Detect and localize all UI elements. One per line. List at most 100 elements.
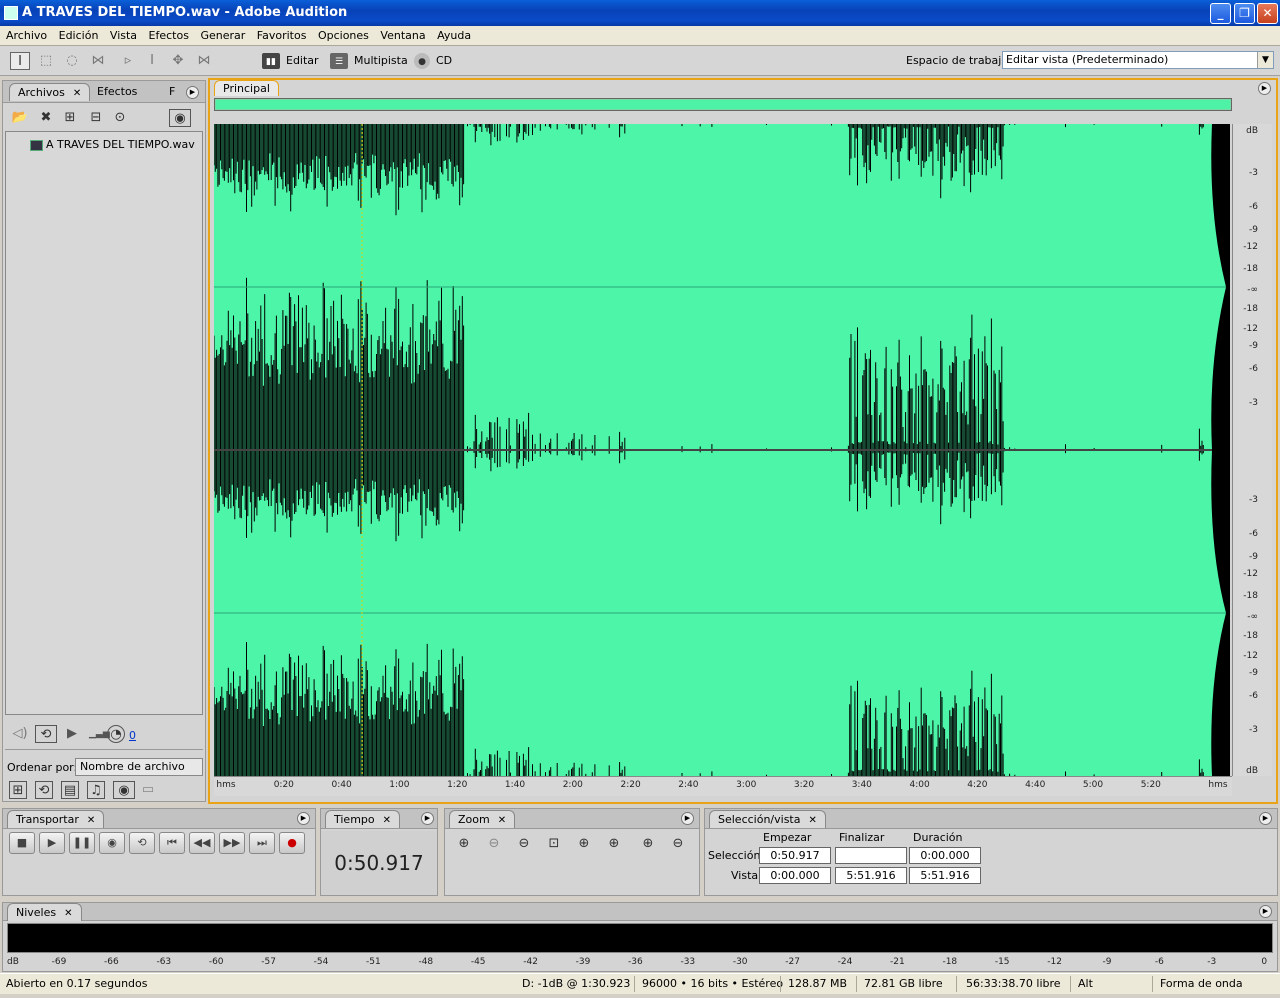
zoom-right-edge-icon[interactable]: ⊕ — [603, 834, 625, 854]
filter-cd-icon[interactable]: ▭ — [139, 781, 157, 799]
panel-menu-icon[interactable]: ▶ — [681, 812, 694, 825]
divider — [780, 976, 781, 992]
close-icon[interactable]: ✕ — [87, 815, 95, 826]
filter-loop-icon[interactable]: ⟲ — [35, 781, 53, 799]
volume-knob-icon[interactable]: ◔ — [107, 725, 125, 743]
speaker-icon[interactable]: ◁) — [11, 725, 29, 743]
go-to-end-button[interactable]: ⏭ — [249, 832, 275, 854]
menu-vista[interactable]: Vista — [110, 26, 137, 45]
filter-options-icon[interactable]: ◉ — [113, 781, 135, 799]
waveform-display[interactable] — [214, 124, 1230, 776]
menu-efectos[interactable]: Efectos — [149, 26, 189, 45]
tab-seleccion-vista[interactable]: Selección/vista ✕ — [709, 810, 826, 828]
zoom-out-full-icon[interactable]: ⊖ — [513, 834, 535, 854]
zoom-left-edge-icon[interactable]: ⊕ — [573, 834, 595, 854]
menu-edicion[interactable]: Edición — [59, 26, 99, 45]
close-icon[interactable]: ✕ — [498, 815, 506, 826]
menu-generar[interactable]: Generar — [200, 26, 245, 45]
tab-zoom[interactable]: Zoom ✕ — [449, 810, 516, 828]
zoom-out-horizontal-icon[interactable]: ⊖ — [483, 834, 505, 854]
list-item[interactable]: A TRAVES DEL TIEMPO.wav — [30, 138, 195, 151]
minimize-button[interactable]: _ — [1210, 3, 1231, 24]
record-button[interactable]: ● — [279, 832, 305, 854]
panel-menu-icon[interactable]: ▶ — [297, 812, 310, 825]
close-button[interactable]: ✕ — [1257, 3, 1278, 24]
view-end-field[interactable]: 5:51.916 — [835, 867, 907, 884]
fast-forward-button[interactable]: ▶▶ — [219, 832, 245, 854]
view-duration-field[interactable]: 5:51.916 — [909, 867, 981, 884]
tab-niveles[interactable]: Niveles ✕ — [7, 903, 82, 921]
ruler-tick-label: 3:20 — [793, 780, 815, 790]
volume-value[interactable]: 0 — [129, 729, 136, 742]
show-options-icon[interactable]: ◉ — [169, 109, 191, 127]
zoom-out-vertical-icon[interactable]: ⊖ — [667, 834, 689, 854]
zoom-selection-icon[interactable]: ⊡ — [543, 834, 565, 854]
tab-favoritos[interactable]: F — [161, 83, 183, 101]
selection-end-field[interactable] — [835, 847, 907, 864]
tab-transportar[interactable]: Transportar ✕ — [7, 810, 105, 828]
tab-principal[interactable]: Principal — [214, 80, 279, 96]
multitrack-mode-button[interactable]: ☰ Multipista — [330, 52, 408, 70]
panel-menu-icon[interactable]: ▶ — [1259, 812, 1272, 825]
insert-multitrack-icon[interactable]: ⊟ — [87, 109, 105, 127]
insert-cd-icon[interactable]: ⊙ — [111, 109, 129, 127]
maximize-button[interactable]: ❐ — [1234, 3, 1255, 24]
rewind-button[interactable]: ◀◀ — [189, 832, 215, 854]
time-ruler[interactable]: hms 0:20 0:40 1:00 1:20 1:40 2:00 2:20 2:40 3:00 3… — [214, 776, 1232, 796]
hybrid-tool-icon[interactable]: ✥ — [168, 52, 188, 70]
menu-ventana[interactable]: Ventana — [380, 26, 425, 45]
play-icon[interactable]: ▶ — [63, 725, 81, 743]
panel-menu-icon[interactable]: ▶ — [186, 86, 199, 99]
panel-menu-icon[interactable]: ▶ — [1258, 82, 1271, 95]
tab-archivos[interactable]: Archivos ✕ — [9, 83, 91, 101]
close-icon[interactable]: ✕ — [808, 815, 816, 826]
menu-ayuda[interactable]: Ayuda — [437, 26, 471, 45]
menu-opciones[interactable]: Opciones — [318, 26, 369, 45]
menu-favoritos[interactable]: Favoritos — [257, 26, 307, 45]
selection-start-field[interactable]: 0:50.917 — [759, 847, 831, 864]
go-to-start-button[interactable]: ⏮ — [159, 832, 185, 854]
level-tick-label: dB — [7, 957, 19, 967]
close-icon[interactable]: ✕ — [383, 815, 391, 826]
time-selection-tool-icon[interactable]: I — [10, 52, 30, 70]
pause-button[interactable]: ❚❚ — [69, 832, 95, 854]
level-tick-label: -24 — [837, 957, 853, 967]
zoom-in-vertical-icon[interactable]: ⊕ — [637, 834, 659, 854]
filter-waveform-icon[interactable]: ⊞ — [9, 781, 27, 799]
select-tool-icon[interactable]: I — [142, 52, 162, 70]
filter-video-icon[interactable]: ▤ — [61, 781, 79, 799]
loop-icon[interactable]: ⟲ — [35, 725, 57, 743]
filter-midi-icon[interactable]: ♫ — [87, 781, 105, 799]
play-button[interactable]: ▶ — [39, 832, 65, 854]
scrub-tool-icon[interactable]: ⋈ — [194, 52, 214, 70]
selection-duration-field[interactable]: 0:00.000 — [909, 847, 981, 864]
open-file-icon[interactable]: 📂 — [11, 109, 29, 127]
hand-tool-icon[interactable]: ⋈ — [88, 52, 108, 70]
tab-tiempo[interactable]: Tiempo ✕ — [325, 810, 401, 828]
tab-efectos[interactable]: Efectos — [89, 83, 145, 101]
sort-select[interactable]: Nombre de archivo — [75, 758, 203, 776]
zoom-in-horizontal-icon[interactable]: ⊕ — [453, 834, 475, 854]
play-to-end-button[interactable]: ◉ — [99, 832, 125, 854]
overview-bar[interactable] — [214, 98, 1232, 111]
panel-menu-icon[interactable]: ▶ — [421, 812, 434, 825]
panel-menu-icon[interactable]: ▶ — [1259, 905, 1272, 918]
stop-button[interactable]: ■ — [9, 832, 35, 854]
cd-mode-button[interactable]: ● CD — [414, 52, 452, 70]
close-icon[interactable]: ✕ — [64, 908, 72, 919]
menu-archivo[interactable]: Archivo — [6, 26, 47, 45]
close-icon[interactable]: ✕ — [73, 88, 81, 99]
close-file-icon[interactable]: ✖ — [37, 109, 55, 127]
lasso-tool-icon[interactable]: ◌ — [62, 52, 82, 70]
marquee-tool-icon[interactable]: ⬚ — [36, 52, 56, 70]
level-tick-label: -21 — [890, 957, 905, 967]
workspace-select[interactable]: Editar vista (Predeterminado) ▼ — [1002, 51, 1274, 69]
overview-range[interactable] — [216, 100, 1230, 109]
view-start-field[interactable]: 0:00.000 — [759, 867, 831, 884]
import-icon[interactable]: ⊞ — [61, 109, 79, 127]
status-cursor: D: -1dB @ 1:30.923 — [522, 977, 631, 990]
move-tool-icon[interactable]: ▹ — [118, 52, 138, 70]
loop-button[interactable]: ⟲ — [129, 832, 155, 854]
edit-mode-button[interactable]: ▮▮ Editar — [262, 52, 319, 70]
chevron-down-icon[interactable]: ▼ — [1257, 52, 1273, 68]
